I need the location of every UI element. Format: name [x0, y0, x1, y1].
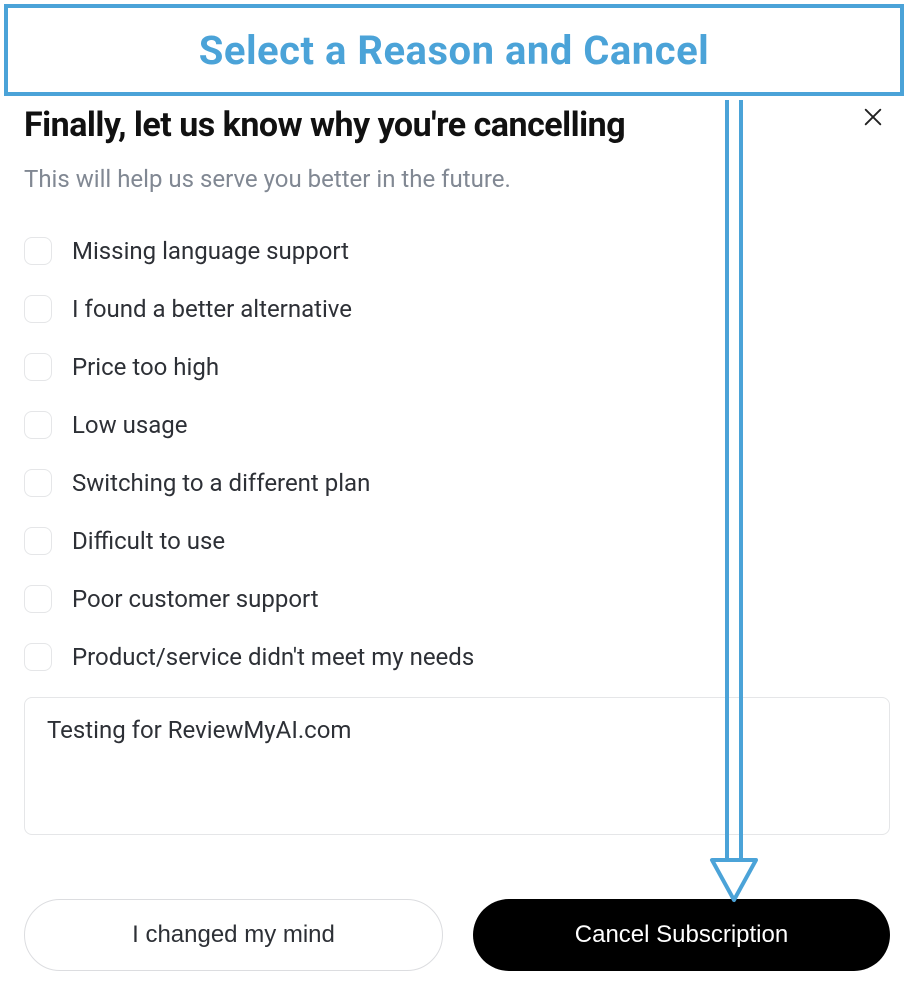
- annotation-banner-text: Select a Reason and Cancel: [199, 27, 710, 74]
- annotation-banner: Select a Reason and Cancel: [4, 4, 904, 96]
- dialog-subtitle: This will help us serve you better in th…: [24, 165, 890, 193]
- reason-label: Switching to a different plan: [72, 469, 370, 497]
- reason-label: Price too high: [72, 353, 219, 381]
- checkbox-icon: [24, 295, 52, 323]
- reason-item-didnt-meet-needs[interactable]: Product/service didn't meet my needs: [24, 643, 890, 671]
- checkbox-icon: [24, 353, 52, 381]
- reason-item-price-too-high[interactable]: Price too high: [24, 353, 890, 381]
- cancel-subscription-button[interactable]: Cancel Subscription: [473, 899, 890, 971]
- reason-label: I found a better alternative: [72, 295, 352, 323]
- close-icon: [862, 106, 884, 128]
- reason-label: Low usage: [72, 411, 187, 439]
- reason-item-missing-language[interactable]: Missing language support: [24, 237, 890, 265]
- reason-item-poor-support[interactable]: Poor customer support: [24, 585, 890, 613]
- reason-item-difficult-to-use[interactable]: Difficult to use: [24, 527, 890, 555]
- reason-label: Difficult to use: [72, 527, 225, 555]
- reason-label: Product/service didn't meet my needs: [72, 643, 474, 671]
- checkbox-icon: [24, 237, 52, 265]
- checkbox-icon: [24, 469, 52, 497]
- reason-item-switching-plan[interactable]: Switching to a different plan: [24, 469, 890, 497]
- feedback-textarea[interactable]: [24, 697, 890, 835]
- checkbox-icon: [24, 527, 52, 555]
- checkbox-icon: [24, 585, 52, 613]
- checkbox-icon: [24, 643, 52, 671]
- dialog-title: Finally, let us know why you're cancelli…: [24, 104, 625, 147]
- reasons-list: Missing language support I found a bette…: [24, 237, 890, 671]
- reason-label: Poor customer support: [72, 585, 319, 613]
- dialog-actions: I changed my mind Cancel Subscription: [24, 899, 890, 971]
- changed-mind-button[interactable]: I changed my mind: [24, 899, 443, 971]
- reason-item-better-alternative[interactable]: I found a better alternative: [24, 295, 890, 323]
- cancel-dialog: Finally, let us know why you're cancelli…: [24, 104, 890, 971]
- reason-item-low-usage[interactable]: Low usage: [24, 411, 890, 439]
- dialog-header: Finally, let us know why you're cancelli…: [24, 104, 890, 147]
- checkbox-icon: [24, 411, 52, 439]
- reason-label: Missing language support: [72, 237, 349, 265]
- close-button[interactable]: [858, 102, 888, 132]
